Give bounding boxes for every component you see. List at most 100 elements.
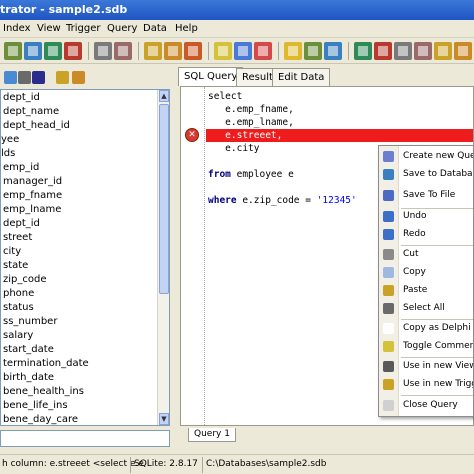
tree-item[interactable]: dept_head_id <box>3 120 70 134</box>
tree-item[interactable]: state <box>3 260 28 274</box>
tree-item[interactable]: dept_id <box>3 218 40 232</box>
menu-data[interactable]: Data <box>143 23 167 34</box>
context-menu: Create new Query Save to Database Save T… <box>378 145 474 417</box>
tree-item[interactable]: city <box>3 246 21 260</box>
menu-bar: Index View Trigger Query Data Help <box>0 20 474 38</box>
view-delete-icon[interactable] <box>184 42 202 60</box>
table-icon[interactable] <box>4 42 22 60</box>
db-save-icon[interactable] <box>374 42 392 60</box>
menu-item-redo[interactable]: Redo <box>379 226 473 244</box>
title-bar: trator - sample2.sdb <box>0 0 474 20</box>
query-run-icon[interactable] <box>304 42 322 60</box>
menu-item-label: Redo <box>403 229 426 239</box>
db-open-icon[interactable] <box>354 42 372 60</box>
tree-item[interactable]: manager_id <box>3 176 62 190</box>
help-icon[interactable] <box>434 42 452 60</box>
view-icon[interactable] <box>144 42 162 60</box>
tree-item[interactable]: yee <box>1 134 19 148</box>
menu-item-label: Save To File <box>403 190 456 200</box>
menu-query[interactable]: Query <box>107 23 137 34</box>
tree-item[interactable]: phone <box>3 288 34 302</box>
menu-item-undo[interactable]: Undo <box>379 208 473 226</box>
scroll-down-icon[interactable]: ▼ <box>159 413 169 425</box>
toolbar-separator <box>88 42 89 60</box>
close-icon <box>383 400 394 411</box>
tree-item[interactable]: emp_id <box>3 162 39 176</box>
menu-item-select-all[interactable]: Select All <box>379 300 473 318</box>
tree-item[interactable]: termination_date <box>3 358 89 372</box>
tree-item[interactable]: dept_id <box>3 92 40 106</box>
tree-item[interactable]: bene_health_ins <box>3 386 84 400</box>
trigger-delete-icon[interactable] <box>254 42 272 60</box>
menu-trigger[interactable]: Trigger <box>66 23 101 34</box>
schema-filter-input[interactable] <box>0 430 170 447</box>
menu-item-cut[interactable]: Cut <box>379 246 473 264</box>
index-icon[interactable] <box>94 42 112 60</box>
tree-scrollbar[interactable]: ▲ ▼ <box>157 90 169 425</box>
sql-keyword: from <box>208 169 231 180</box>
trigger-icon[interactable] <box>214 42 232 60</box>
expand-icon[interactable] <box>18 71 31 84</box>
menu-item-toggle-comment[interactable]: Toggle Comment <box>379 338 474 356</box>
menu-item-label: Save to Database <box>403 169 473 179</box>
menu-item-save-to-file[interactable]: Save To File <box>379 187 473 205</box>
code-line: e.city <box>208 143 260 154</box>
menu-help[interactable]: Help <box>175 23 198 34</box>
menu-index[interactable]: Index <box>3 23 31 34</box>
view-icon[interactable] <box>72 71 85 84</box>
menu-item-create-new-query[interactable]: Create new Query <box>379 148 473 166</box>
tree-item[interactable]: zip_code <box>3 274 47 288</box>
main-toolbar <box>0 38 474 64</box>
tab-edit-data[interactable]: Edit Data <box>272 68 331 86</box>
undo-icon <box>383 211 394 222</box>
tab-query-1[interactable]: Query 1 <box>188 428 236 442</box>
menu-item-save-to-database[interactable]: Save to Database <box>379 166 473 184</box>
scroll-up-icon[interactable]: ▲ <box>159 90 169 102</box>
status-bar: h column: e.streeet <select e.e SQLite: … <box>0 454 474 474</box>
refresh-icon[interactable] <box>4 71 17 84</box>
tree-item[interactable]: street <box>3 232 32 246</box>
tree-item[interactable]: start_date <box>3 344 54 358</box>
tree-item[interactable]: dept_name <box>3 106 59 120</box>
table-delete-icon[interactable] <box>64 42 82 60</box>
settings-icon[interactable] <box>414 42 432 60</box>
menu-item-use-in-new-view[interactable]: Use in new View <box>379 358 473 376</box>
db-icon[interactable] <box>32 71 45 84</box>
query-stop-icon[interactable] <box>324 42 342 60</box>
table-grid-icon[interactable] <box>24 42 42 60</box>
sql-string: '12345' <box>316 195 357 206</box>
code-text: employee e <box>230 169 294 180</box>
query-icon[interactable] <box>284 42 302 60</box>
tree-item[interactable]: salary <box>3 330 33 344</box>
redo-icon <box>383 229 394 240</box>
menu-item-label: Cut <box>403 249 419 259</box>
tree-item[interactable]: status <box>3 302 34 316</box>
menu-view[interactable]: View <box>37 23 61 34</box>
exit-icon[interactable] <box>454 42 472 60</box>
status-path: C:\Databases\sample2.sdb <box>206 459 327 469</box>
tree-item[interactable]: lds <box>1 148 15 162</box>
tree-item[interactable]: ss_number <box>3 316 57 330</box>
menu-item-label: Toggle Comment <box>403 341 474 351</box>
trigger-edit-icon[interactable] <box>234 42 252 60</box>
schema-tree[interactable]: dept_id dept_name dept_head_id yee lds e… <box>0 89 170 426</box>
menu-item-copy[interactable]: Copy <box>379 264 473 282</box>
tab-sql-query[interactable]: SQL Query <box>178 67 244 86</box>
tree-item[interactable]: emp_fname <box>3 190 62 204</box>
scroll-thumb[interactable] <box>159 104 169 294</box>
table-edit-icon[interactable] <box>44 42 62 60</box>
status-separator <box>202 457 203 473</box>
tree-item[interactable]: bene_day_care <box>3 414 78 425</box>
menu-item-use-in-new-trigger[interactable]: Use in new Trigger <box>379 376 473 394</box>
table-icon[interactable] <box>56 71 69 84</box>
tree-item[interactable]: bene_life_ins <box>3 400 68 414</box>
tree-item[interactable]: birth_date <box>3 372 54 386</box>
menu-item-label: Select All <box>403 303 445 313</box>
view-edit-icon[interactable] <box>164 42 182 60</box>
index-delete-icon[interactable] <box>114 42 132 60</box>
menu-item-close-query[interactable]: Close Query <box>379 397 473 415</box>
menu-item-copy-as-delphi[interactable]: Copy as Delphi Sou <box>379 320 473 338</box>
tree-item[interactable]: emp_lname <box>3 204 61 218</box>
db-refresh-icon[interactable] <box>394 42 412 60</box>
menu-item-paste[interactable]: Paste <box>379 282 473 300</box>
